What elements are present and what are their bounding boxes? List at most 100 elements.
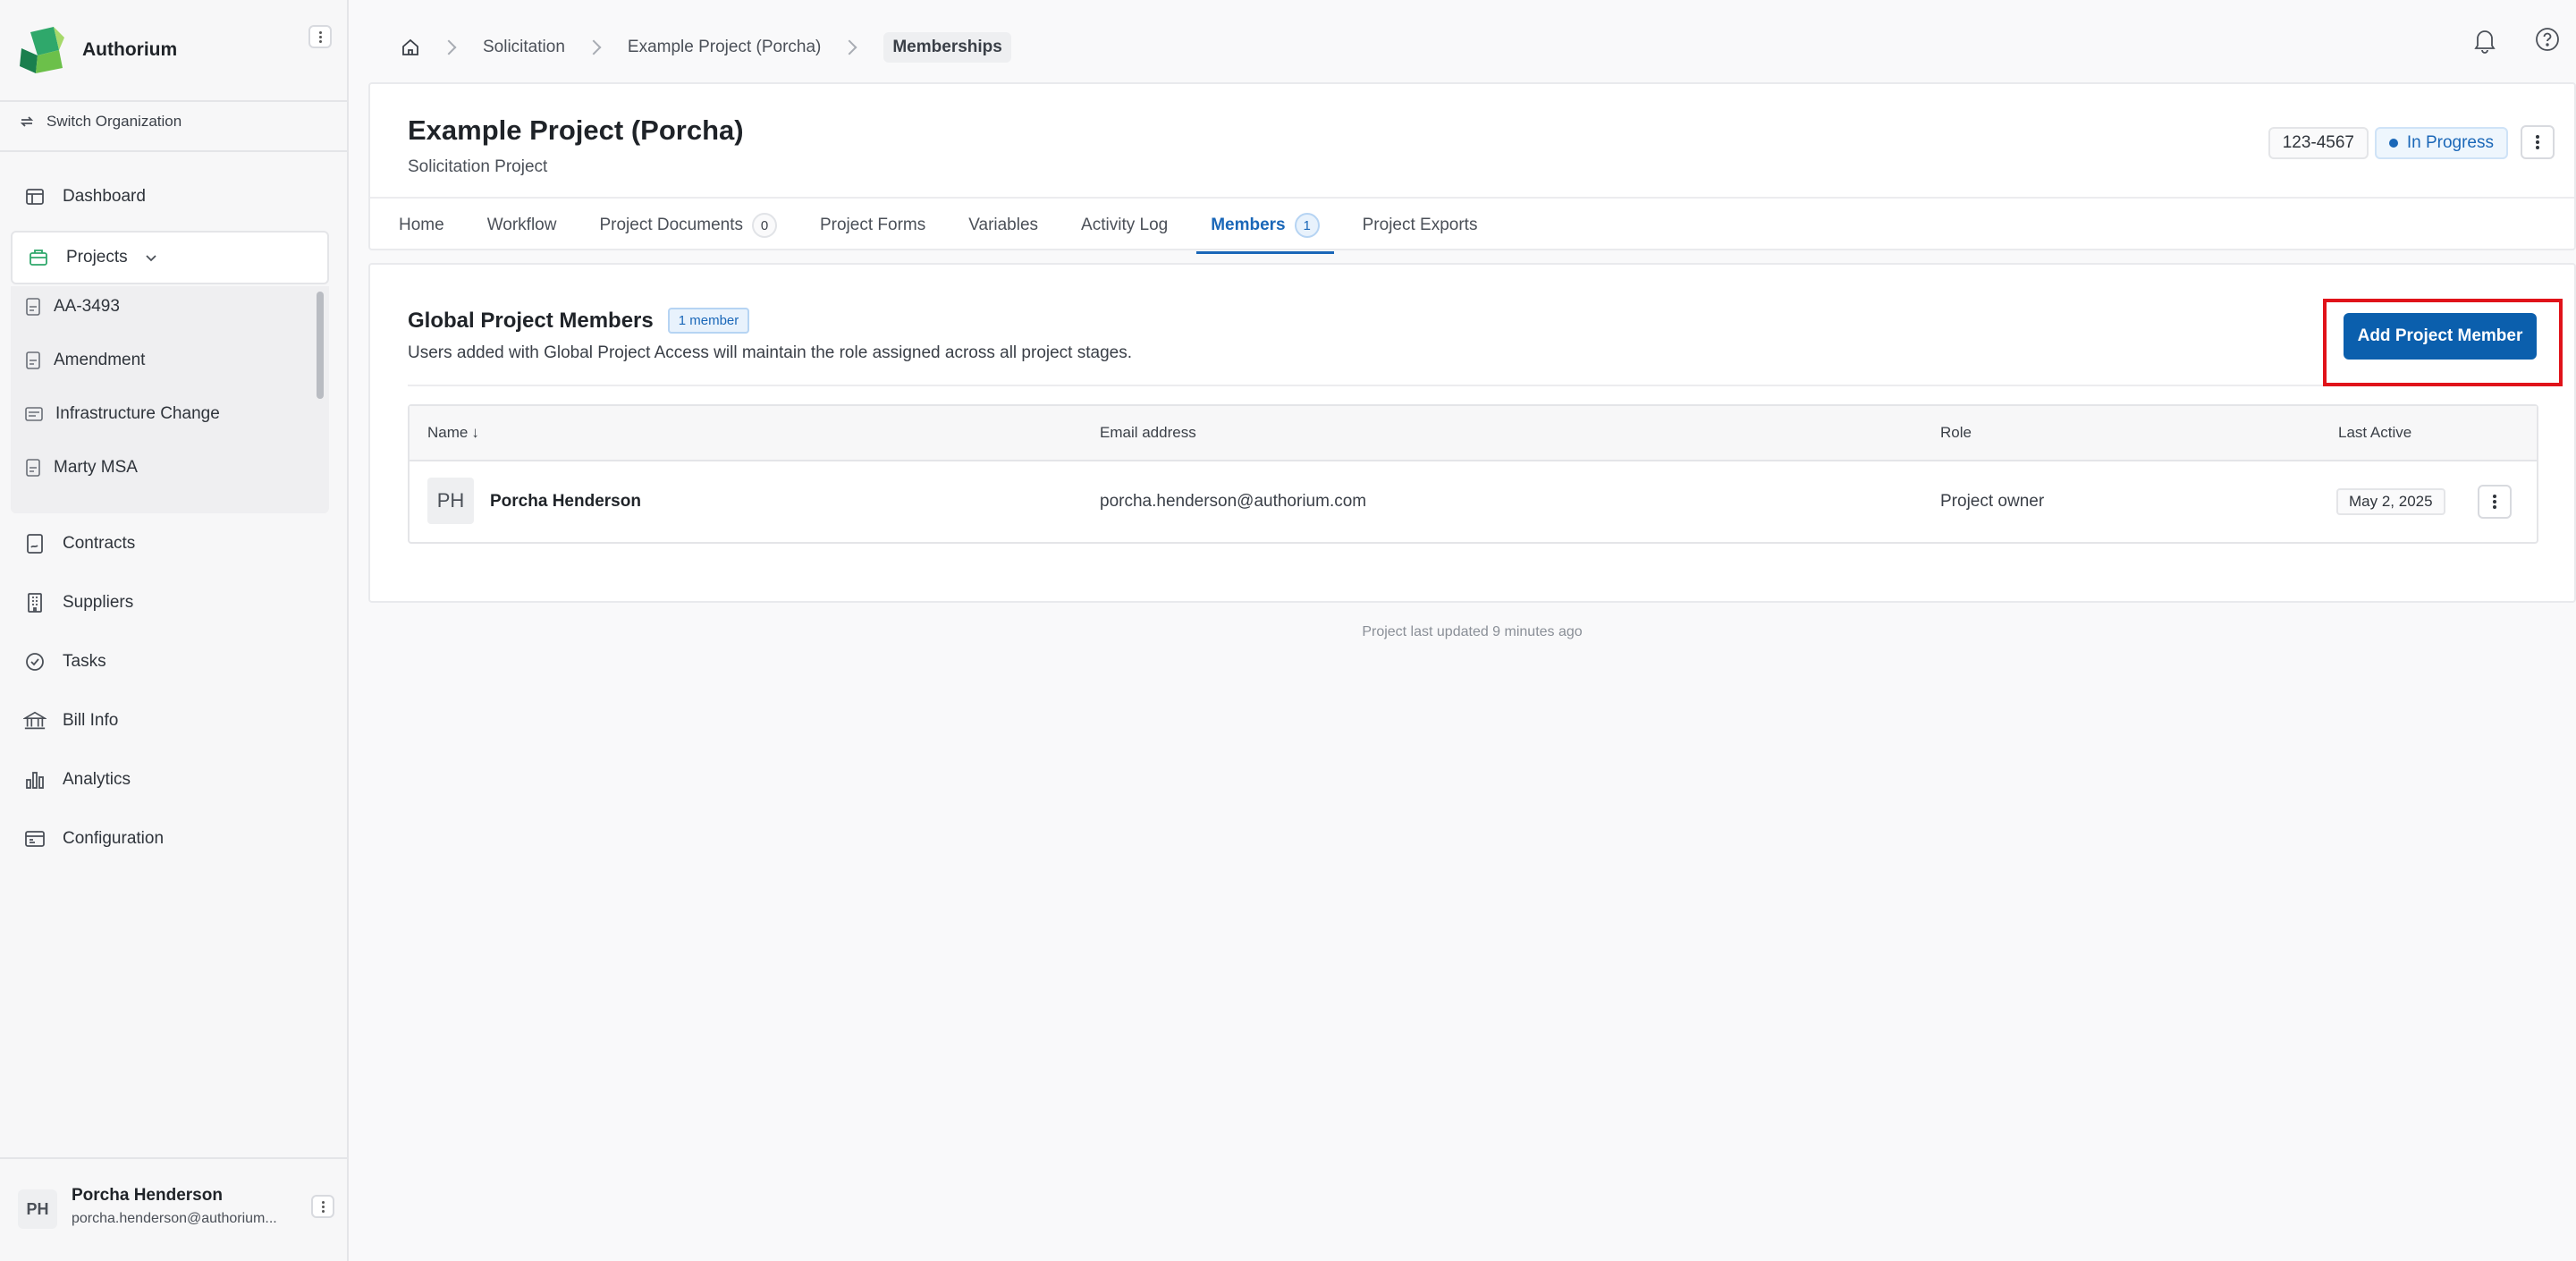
subnav-item[interactable]: AA-3493 [25, 297, 120, 317]
avatar: PH [427, 478, 474, 524]
tab-label: Variables [968, 216, 1039, 234]
project-id-badge: 123-4567 [2268, 127, 2369, 159]
top-icons [2472, 27, 2560, 54]
tab-label: Activity Log [1081, 216, 1169, 234]
member-count-badge: 1 member [667, 308, 750, 334]
divider [408, 385, 2537, 386]
switch-icon [20, 116, 34, 127]
more-vertical-icon [321, 1200, 325, 1213]
tab-members[interactable]: Members 1 [1196, 199, 1335, 254]
project-header: Example Project (Porcha) Solicitation Pr… [368, 82, 2576, 254]
tab-count-badge: 1 [1294, 213, 1320, 238]
nav-configuration[interactable]: Configuration [23, 821, 164, 857]
building-icon [23, 591, 46, 614]
nav-suppliers-label: Suppliers [63, 593, 134, 612]
tab-project-exports[interactable]: Project Exports [1348, 199, 1492, 252]
government-building-icon [23, 709, 46, 732]
nav-tasks-label: Tasks [63, 652, 106, 671]
tab-label: Project Exports [1362, 216, 1478, 234]
status-dot-icon [2388, 139, 2398, 148]
subnav-item[interactable]: Marty MSA [25, 458, 138, 478]
briefcase-icon [27, 246, 50, 269]
row-menu-button[interactable] [2478, 485, 2512, 519]
nav-projects[interactable]: Projects [11, 231, 329, 284]
member-role: Project owner [1940, 492, 2045, 511]
subnav-item[interactable]: Amendment [25, 351, 145, 370]
breadcrumb-current: Memberships [883, 32, 1011, 63]
project-tabs: Home Workflow Project Documents 0 Projec… [370, 197, 2574, 254]
brand[interactable]: Authorium [18, 25, 335, 75]
document-icon [26, 459, 40, 477]
org-menu-button[interactable] [308, 25, 332, 48]
tab-project-documents[interactable]: Project Documents 0 [585, 199, 791, 252]
chevron-right-icon [441, 39, 457, 55]
bar-chart-icon [23, 768, 46, 791]
member-email: porcha.henderson@authorium.com [1100, 492, 1367, 511]
sidebar: Authorium Switch Organization Dashboard … [0, 0, 349, 1261]
nav-contracts-label: Contracts [63, 534, 136, 553]
tab-workflow[interactable]: Workflow [473, 199, 571, 252]
tab-variables[interactable]: Variables [954, 199, 1052, 252]
member-name: Porcha Henderson [490, 492, 641, 511]
document-icon [26, 298, 40, 316]
contract-icon [23, 532, 46, 555]
nav-suppliers[interactable]: Suppliers [23, 585, 133, 621]
subnav-item[interactable]: Infrastructure Change [25, 404, 220, 424]
tab-label: Members [1211, 216, 1286, 234]
members-table: Name ↓ Email address Role Last Active PH… [408, 404, 2538, 544]
home-icon[interactable] [401, 38, 420, 57]
section-description: Users added with Global Project Access w… [408, 343, 1132, 362]
tab-project-forms[interactable]: Project Forms [806, 199, 940, 252]
switch-organization-link[interactable]: Switch Organization [18, 113, 182, 131]
section-title: Global Project Members 1 member [408, 308, 750, 334]
more-vertical-icon [2493, 495, 2496, 509]
section-title-text: Global Project Members [408, 308, 654, 333]
column-header-name[interactable]: Name ↓ [427, 424, 479, 442]
subnav-item-label: AA-3493 [54, 297, 120, 316]
bell-icon[interactable] [2472, 27, 2497, 54]
switch-organization-label: Switch Organization [46, 113, 182, 130]
column-header-last-active: Last Active [2338, 424, 2412, 441]
more-vertical-icon [318, 30, 322, 43]
subnav-item-label: Amendment [54, 351, 146, 369]
nav-contracts[interactable]: Contracts [23, 526, 135, 562]
brand-name: Authorium [82, 39, 178, 60]
project-menu-button[interactable] [2521, 125, 2555, 159]
user-profile[interactable]: PH Porcha Henderson porcha.henderson@aut… [0, 1157, 349, 1261]
sort-arrow-icon: ↓ [471, 424, 479, 441]
last-updated-note: Project last updated 9 minutes ago [1362, 624, 1583, 639]
column-header-role: Role [1940, 424, 1972, 441]
settings-panel-icon [23, 827, 46, 851]
tab-label: Project Forms [819, 216, 926, 234]
divider [0, 150, 349, 152]
nav-bill-info[interactable]: Bill Info [23, 703, 118, 739]
user-name: Porcha Henderson [72, 1186, 223, 1205]
nav-analytics-label: Analytics [63, 770, 131, 789]
nav-dashboard[interactable]: Dashboard [23, 179, 146, 215]
column-header-label: Name [427, 424, 469, 441]
last-active-date: May 2, 2025 [2336, 488, 2445, 515]
tab-label: Workflow [486, 216, 557, 234]
project-subtitle: Solicitation Project [408, 157, 548, 176]
chevron-down-icon [146, 255, 156, 262]
nav-projects-label: Projects [66, 248, 128, 267]
help-icon[interactable] [2535, 27, 2560, 52]
more-vertical-icon [2536, 135, 2539, 149]
chevron-right-icon [586, 39, 602, 55]
status-label: In Progress [2406, 133, 2494, 152]
add-project-member-button[interactable]: Add Project Member [2344, 313, 2537, 360]
breadcrumb-solicitation[interactable]: Solicitation [483, 38, 565, 57]
tab-activity-log[interactable]: Activity Log [1067, 199, 1182, 252]
nav-tasks[interactable]: Tasks [23, 644, 106, 680]
tab-label: Project Documents [599, 216, 743, 234]
members-card: Global Project Members 1 member Users ad… [368, 263, 2576, 603]
user-menu-button[interactable] [311, 1195, 334, 1218]
nav-analytics[interactable]: Analytics [23, 762, 131, 798]
tab-home[interactable]: Home [384, 199, 459, 252]
project-title: Example Project (Porcha) [408, 114, 744, 146]
authorium-logo [18, 25, 68, 75]
subnav-scrollbar[interactable] [317, 292, 324, 399]
chevron-right-icon [841, 39, 857, 55]
breadcrumb-project[interactable]: Example Project (Porcha) [628, 38, 821, 57]
nav-configuration-label: Configuration [63, 829, 165, 848]
